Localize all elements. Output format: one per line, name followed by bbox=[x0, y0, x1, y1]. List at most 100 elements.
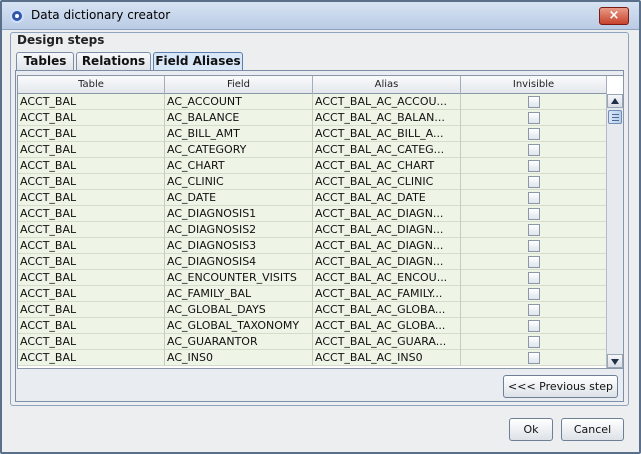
cell-alias[interactable]: ACCT_BAL_AC_BALAN... bbox=[313, 110, 461, 126]
invisible-checkbox[interactable] bbox=[528, 352, 540, 364]
cell-field[interactable]: AC_BILL_AMT bbox=[165, 126, 313, 142]
invisible-checkbox[interactable] bbox=[528, 192, 540, 204]
column-header-invisible[interactable]: Invisible bbox=[461, 76, 607, 94]
table-row[interactable]: ACCT_BAL AC_INS0 ACCT_BAL_AC_INS0 bbox=[18, 350, 607, 366]
cell-alias[interactable]: ACCT_BAL_AC_DATE bbox=[313, 190, 461, 206]
invisible-checkbox[interactable] bbox=[528, 272, 540, 284]
cell-table[interactable]: ACCT_BAL bbox=[18, 222, 165, 238]
cell-field[interactable]: AC_BALANCE bbox=[165, 110, 313, 126]
cell-field[interactable]: AC_DIAGNOSIS2 bbox=[165, 222, 313, 238]
cell-table[interactable]: ACCT_BAL bbox=[18, 126, 165, 142]
cell-field[interactable]: AC_FAMILY_BAL bbox=[165, 286, 313, 302]
invisible-checkbox[interactable] bbox=[528, 160, 540, 172]
cell-table[interactable]: ACCT_BAL bbox=[18, 350, 165, 366]
table-row[interactable]: ACCT_BAL AC_BALANCE ACCT_BAL_AC_BALAN... bbox=[18, 110, 607, 126]
cell-alias[interactable]: ACCT_BAL_AC_CLINIC bbox=[313, 174, 461, 190]
table-row[interactable]: ACCT_BAL AC_ENCOUNTER_VISITS ACCT_BAL_AC_E… bbox=[18, 270, 607, 286]
cell-field[interactable]: AC_DIAGNOSIS1 bbox=[165, 206, 313, 222]
cell-alias[interactable]: ACCT_BAL_AC_FAMILY... bbox=[313, 286, 461, 302]
invisible-checkbox[interactable] bbox=[528, 96, 540, 108]
invisible-checkbox[interactable] bbox=[528, 240, 540, 252]
cell-field[interactable]: AC_ACCOUNT bbox=[165, 94, 313, 110]
cell-table[interactable]: ACCT_BAL bbox=[18, 302, 165, 318]
cancel-button[interactable]: Cancel bbox=[561, 418, 624, 441]
previous-step-button[interactable]: <<< Previous step bbox=[503, 375, 618, 398]
column-header-alias[interactable]: Alias bbox=[313, 76, 461, 94]
cell-alias[interactable]: ACCT_BAL_AC_DIAGN... bbox=[313, 254, 461, 270]
invisible-checkbox[interactable] bbox=[528, 304, 540, 316]
table-row[interactable]: ACCT_BAL AC_CHART ACCT_BAL_AC_CHART bbox=[18, 158, 607, 174]
cell-alias[interactable]: ACCT_BAL_AC_GUARA... bbox=[313, 334, 461, 350]
cell-table[interactable]: ACCT_BAL bbox=[18, 142, 165, 158]
invisible-checkbox[interactable] bbox=[528, 144, 540, 156]
cell-field[interactable]: AC_GUARANTOR bbox=[165, 334, 313, 350]
column-header-table[interactable]: Table bbox=[18, 76, 165, 94]
cell-table[interactable]: ACCT_BAL bbox=[18, 94, 165, 110]
title-bar[interactable]: Data dictionary creator × bbox=[2, 2, 639, 30]
cell-field[interactable]: AC_CATEGORY bbox=[165, 142, 313, 158]
close-button[interactable]: × bbox=[599, 7, 629, 25]
tab-tables[interactable]: Tables bbox=[16, 52, 74, 71]
cell-table[interactable]: ACCT_BAL bbox=[18, 318, 165, 334]
cell-field[interactable]: AC_DIAGNOSIS4 bbox=[165, 254, 313, 270]
table-row[interactable]: ACCT_BAL AC_CLINIC ACCT_BAL_AC_CLINIC bbox=[18, 174, 607, 190]
table-row[interactable]: ACCT_BAL AC_FAMILY_BAL ACCT_BAL_AC_FAMILY.… bbox=[18, 286, 607, 302]
table-row[interactable]: ACCT_BAL AC_DIAGNOSIS1 ACCT_BAL_AC_DIAGN..… bbox=[18, 206, 607, 222]
cell-alias[interactable]: ACCT_BAL_AC_CATEG... bbox=[313, 142, 461, 158]
cell-table[interactable]: ACCT_BAL bbox=[18, 270, 165, 286]
cell-field[interactable]: AC_GLOBAL_TAXONOMY bbox=[165, 318, 313, 334]
cell-alias[interactable]: ACCT_BAL_AC_DIAGN... bbox=[313, 238, 461, 254]
table-row[interactable]: ACCT_BAL AC_CATEGORY ACCT_BAL_AC_CATEG... bbox=[18, 142, 607, 158]
table-row[interactable]: ACCT_BAL AC_GLOBAL_TAXONOMY ACCT_BAL_AC_GL… bbox=[18, 318, 607, 334]
cell-alias[interactable]: ACCT_BAL_AC_ACCOU... bbox=[313, 94, 461, 110]
invisible-checkbox[interactable] bbox=[528, 256, 540, 268]
table-row[interactable]: ACCT_BAL AC_DATE ACCT_BAL_AC_DATE bbox=[18, 190, 607, 206]
table-row[interactable]: ACCT_BAL AC_GLOBAL_DAYS ACCT_BAL_AC_GLOBA.… bbox=[18, 302, 607, 318]
cell-alias[interactable]: ACCT_BAL_AC_BILL_A... bbox=[313, 126, 461, 142]
cell-alias[interactable]: ACCT_BAL_AC_GLOBA... bbox=[313, 302, 461, 318]
cell-table[interactable]: ACCT_BAL bbox=[18, 110, 165, 126]
invisible-checkbox[interactable] bbox=[528, 128, 540, 140]
cell-field[interactable]: AC_INS0 bbox=[165, 350, 313, 366]
table-row[interactable]: ACCT_BAL AC_GUARANTOR ACCT_BAL_AC_GUARA... bbox=[18, 334, 607, 350]
tab-field-aliases[interactable]: Field Aliases bbox=[153, 52, 243, 71]
cell-alias[interactable]: ACCT_BAL_AC_CHART bbox=[313, 158, 461, 174]
cell-alias[interactable]: ACCT_BAL_AC_ENCOU... bbox=[313, 270, 461, 286]
scroll-down-button[interactable] bbox=[607, 354, 623, 368]
cell-table[interactable]: ACCT_BAL bbox=[18, 334, 165, 350]
cell-field[interactable]: AC_ENCOUNTER_VISITS bbox=[165, 270, 313, 286]
column-header-field[interactable]: Field bbox=[165, 76, 313, 94]
invisible-checkbox[interactable] bbox=[528, 176, 540, 188]
invisible-checkbox[interactable] bbox=[528, 112, 540, 124]
cell-field[interactable]: AC_CLINIC bbox=[165, 174, 313, 190]
table-row[interactable]: ACCT_BAL AC_BILL_AMT ACCT_BAL_AC_BILL_A... bbox=[18, 126, 607, 142]
table-row[interactable]: ACCT_BAL AC_DIAGNOSIS2 ACCT_BAL_AC_DIAGN..… bbox=[18, 222, 607, 238]
cell-table[interactable]: ACCT_BAL bbox=[18, 206, 165, 222]
cell-alias[interactable]: ACCT_BAL_AC_DIAGN... bbox=[313, 222, 461, 238]
scroll-up-button[interactable] bbox=[607, 94, 623, 108]
cell-alias[interactable]: ACCT_BAL_AC_INS0 bbox=[313, 350, 461, 366]
cell-table[interactable]: ACCT_BAL bbox=[18, 254, 165, 270]
scroll-thumb[interactable] bbox=[608, 110, 622, 124]
cell-field[interactable]: AC_DIAGNOSIS3 bbox=[165, 238, 313, 254]
table-row[interactable]: ACCT_BAL AC_DIAGNOSIS4 ACCT_BAL_AC_DIAGN..… bbox=[18, 254, 607, 270]
vertical-scrollbar[interactable] bbox=[606, 94, 623, 368]
invisible-checkbox[interactable] bbox=[528, 208, 540, 220]
cell-field[interactable]: AC_GLOBAL_DAYS bbox=[165, 302, 313, 318]
invisible-checkbox[interactable] bbox=[528, 288, 540, 300]
cell-table[interactable]: ACCT_BAL bbox=[18, 238, 165, 254]
ok-button[interactable]: Ok bbox=[509, 418, 553, 441]
invisible-checkbox[interactable] bbox=[528, 224, 540, 236]
invisible-checkbox[interactable] bbox=[528, 336, 540, 348]
table-row[interactable]: ACCT_BAL AC_ACCOUNT ACCT_BAL_AC_ACCOU... bbox=[18, 94, 607, 110]
cell-table[interactable]: ACCT_BAL bbox=[18, 190, 165, 206]
cell-field[interactable]: AC_DATE bbox=[165, 190, 313, 206]
cell-table[interactable]: ACCT_BAL bbox=[18, 286, 165, 302]
cell-alias[interactable]: ACCT_BAL_AC_DIAGN... bbox=[313, 206, 461, 222]
cell-alias[interactable]: ACCT_BAL_AC_GLOBA... bbox=[313, 318, 461, 334]
invisible-checkbox[interactable] bbox=[528, 320, 540, 332]
tab-relations[interactable]: Relations bbox=[76, 52, 151, 71]
table-row[interactable]: ACCT_BAL AC_DIAGNOSIS3 ACCT_BAL_AC_DIAGN..… bbox=[18, 238, 607, 254]
cell-table[interactable]: ACCT_BAL bbox=[18, 158, 165, 174]
cell-table[interactable]: ACCT_BAL bbox=[18, 174, 165, 190]
